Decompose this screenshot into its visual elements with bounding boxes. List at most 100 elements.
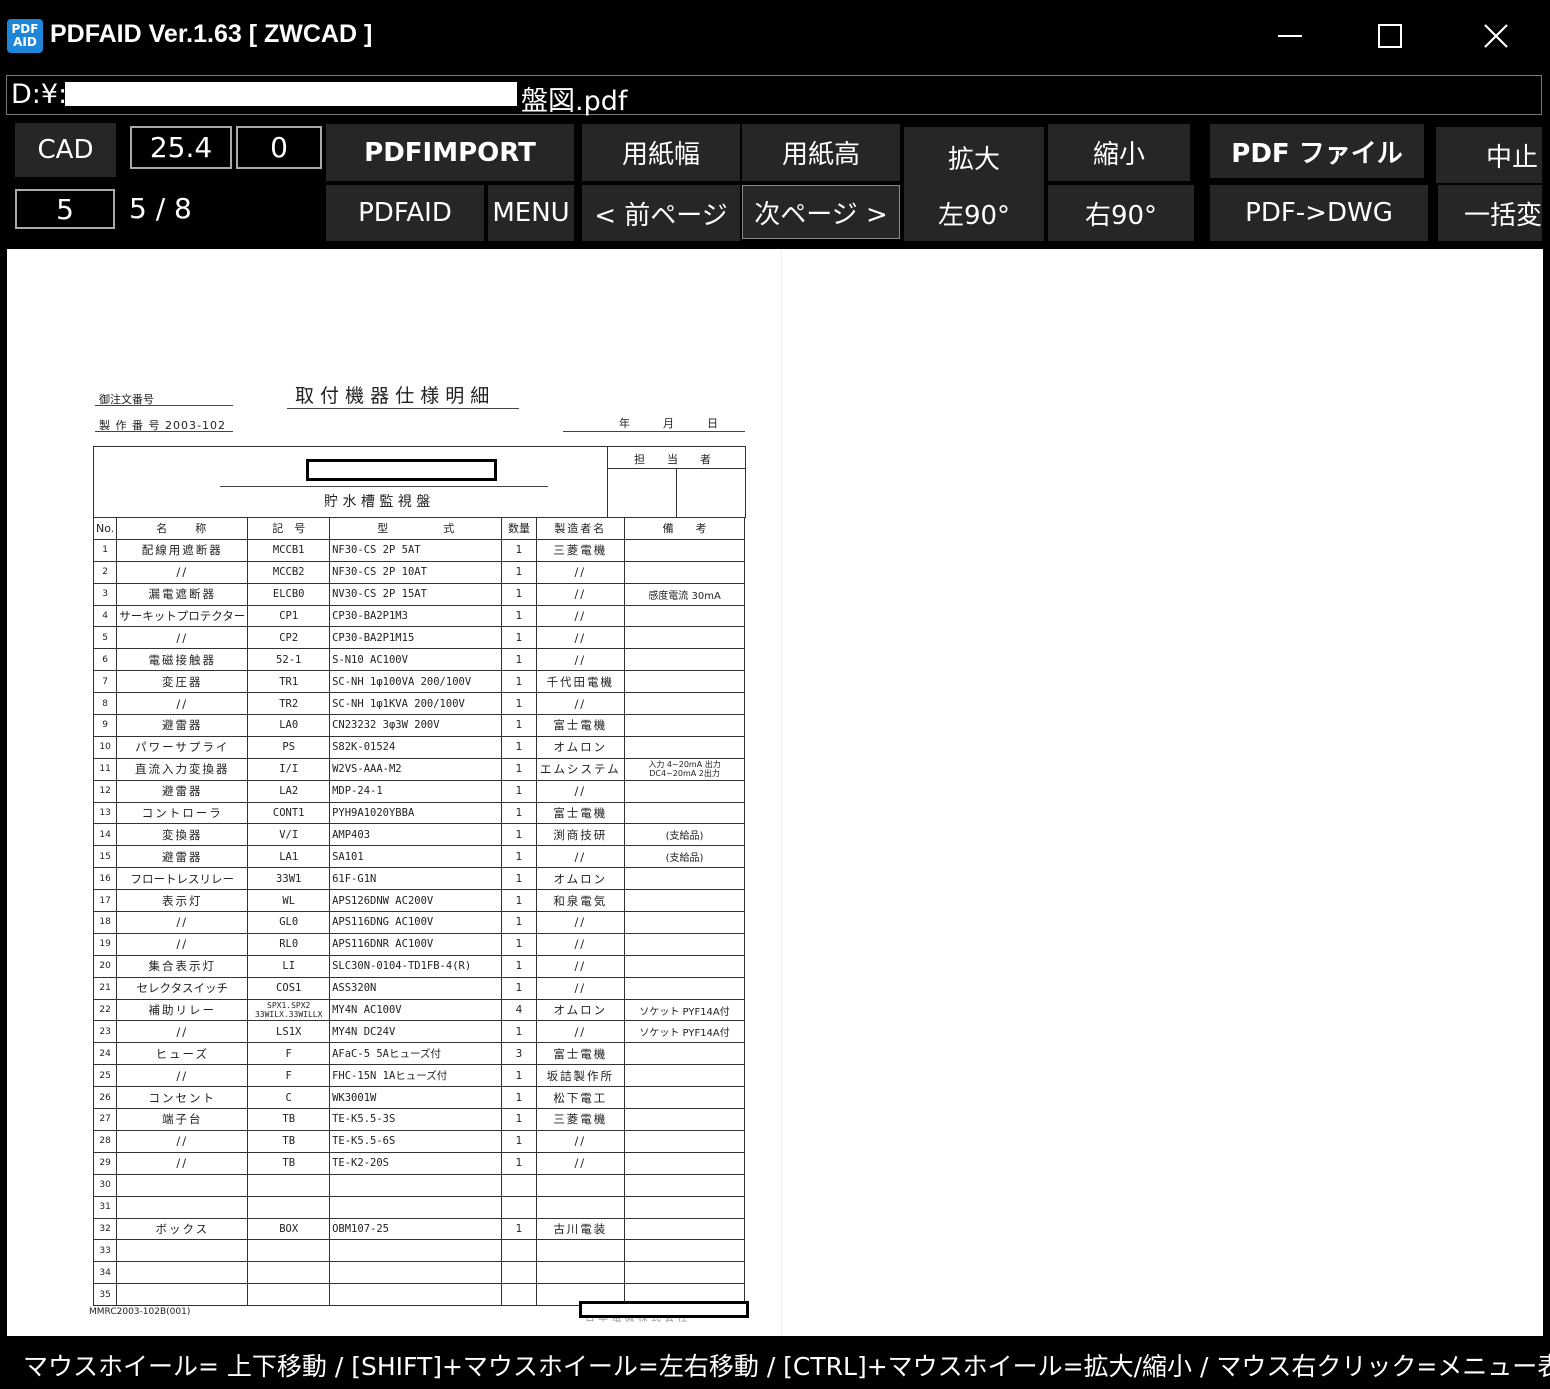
zoom-out-button[interactable]: 縮小 bbox=[1048, 124, 1190, 181]
table-header-cell: 備 考 bbox=[624, 517, 745, 540]
app-logo-icon: PDF AID bbox=[7, 19, 43, 53]
table-cell bbox=[624, 692, 745, 716]
table-cell: TE-K5.5-6S bbox=[329, 1129, 503, 1153]
table-cell: SC-NH 1φ100VA 200/100V bbox=[329, 670, 503, 694]
menu-button[interactable]: MENU bbox=[488, 185, 574, 241]
table-cell bbox=[535, 1239, 626, 1263]
table-cell bbox=[624, 1086, 745, 1110]
table-header-cell: 名 称 bbox=[116, 517, 249, 540]
table-row: 6 電磁接触器 52-1 S-N10 AC100V 1// bbox=[92, 648, 745, 672]
table-cell: 1 bbox=[501, 670, 537, 694]
table-cell bbox=[624, 867, 745, 891]
table-cell: // bbox=[535, 604, 626, 628]
table-cell: 坂詰製作所 bbox=[535, 1064, 626, 1088]
table-cell: 17 bbox=[92, 889, 118, 913]
underline bbox=[95, 431, 233, 432]
table-cell: 1 bbox=[501, 626, 537, 650]
table-cell: 14 bbox=[92, 823, 118, 847]
table-cell: セレクタスイッチ bbox=[116, 976, 249, 1000]
paper-width-button[interactable]: 用紙幅 bbox=[582, 124, 740, 181]
table-cell: 1 bbox=[501, 976, 537, 1000]
table-cell: // bbox=[535, 911, 626, 934]
table-cell bbox=[624, 1108, 745, 1131]
maximize-button[interactable] bbox=[1340, 8, 1440, 64]
panel-redaction bbox=[306, 459, 497, 481]
table-cell: 古川電装 bbox=[535, 1217, 626, 1241]
table-cell: // bbox=[116, 932, 249, 956]
table-row: 17 表示灯 WL APS126DNW AC200V 1 和泉電気 bbox=[92, 889, 745, 913]
table-cell: 1 bbox=[501, 1086, 537, 1110]
table-cell: // bbox=[535, 1020, 626, 1044]
offset-input[interactable]: 0 bbox=[236, 126, 322, 169]
table-cell: // bbox=[116, 1129, 249, 1153]
table-cell bbox=[624, 889, 745, 913]
table-cell: AFaC-5 5Aヒューズ付 bbox=[329, 1042, 503, 1066]
table-cell: 1 bbox=[501, 714, 537, 737]
table-header-row: No. 名 称記 号型 式数量 製造者名備 考 bbox=[92, 517, 745, 540]
next-page-button[interactable]: 次ページ > bbox=[742, 185, 900, 239]
table-cell: (支給品) bbox=[624, 845, 745, 869]
cad-button[interactable]: CAD bbox=[15, 123, 116, 177]
table-cell: BOX bbox=[247, 1217, 331, 1241]
status-hint: マウスホイール= 上下移動 / [SHIFT]+マウスホイール=左右移動 / [… bbox=[23, 1352, 1550, 1381]
page-count: 5 / 8 bbox=[129, 192, 192, 225]
table-cell: W2VS-AAA-M2 bbox=[329, 757, 503, 781]
table-cell: 4 bbox=[501, 998, 537, 1022]
table-cell: 漏電遮断器 bbox=[116, 582, 249, 606]
stop-button[interactable]: 中止 bbox=[1436, 127, 1542, 183]
table-row: 19//RL0 APS116DNR AC100V 1// bbox=[92, 932, 745, 956]
table-cell: TR1 bbox=[247, 670, 331, 694]
pdfimport-button[interactable]: PDFIMPORT bbox=[326, 124, 574, 181]
table-cell: APS116DNR AC100V bbox=[329, 932, 503, 956]
pdfaid-button[interactable]: PDFAID bbox=[326, 185, 484, 241]
table-row: 5//CP2 CP30-BA2P1M15 1// bbox=[92, 626, 745, 650]
table-row: 28//TB TE-K5.5-6S 1// bbox=[92, 1129, 745, 1153]
table-cell: CONT1 bbox=[247, 801, 331, 825]
table-cell: 1 bbox=[501, 648, 537, 672]
table-cell bbox=[624, 1129, 745, 1153]
table-cell: TB bbox=[247, 1129, 331, 1153]
paper-height-button[interactable]: 用紙高 bbox=[742, 124, 900, 181]
table-row: 26 コンセント C WK3001W 1 松下電工 bbox=[92, 1086, 745, 1110]
table-cell bbox=[501, 1283, 537, 1307]
table-cell: 21 bbox=[92, 976, 118, 1000]
prev-page-button[interactable]: < 前ページ bbox=[582, 185, 740, 241]
table-cell: 1 bbox=[501, 911, 537, 934]
file-path-field[interactable]: D:¥: 盤図.pdf bbox=[6, 75, 1542, 117]
zoom-in-button[interactable]: 拡大 bbox=[904, 127, 1044, 187]
batch-convert-button[interactable]: 一括変換 bbox=[1438, 185, 1542, 241]
table-cell: CP30-BA2P1M15 bbox=[329, 626, 503, 650]
rotate-left-button[interactable]: 左90° bbox=[904, 185, 1044, 241]
rotate-right-button[interactable]: 右90° bbox=[1048, 185, 1194, 241]
table-cell: // bbox=[535, 1151, 626, 1175]
table-cell: 1 bbox=[501, 604, 537, 628]
table-cell: 1 bbox=[501, 735, 537, 759]
panel-name: 貯 水 槽 監 視 盤 bbox=[324, 494, 431, 510]
table-cell bbox=[501, 1239, 537, 1263]
table-cell bbox=[624, 1239, 745, 1263]
table-cell: 3 bbox=[501, 1042, 537, 1066]
table-row: 32 ボックス BOX OBM107-25 1 古川電装 bbox=[92, 1217, 745, 1241]
table-row: 7 変圧器 TR1 SC-NH 1φ100VA 200/100V 1 千代田電機 bbox=[92, 670, 745, 694]
table-cell: 23 bbox=[92, 1020, 118, 1044]
pdf-file-button[interactable]: PDF ファイル bbox=[1210, 124, 1424, 178]
underline bbox=[220, 486, 548, 487]
table-cell: 52-1 bbox=[247, 648, 331, 672]
table-cell: 1 bbox=[501, 845, 537, 869]
document-title: 取 付 機 器 仕 様 明 細 bbox=[295, 385, 490, 407]
scale-input[interactable]: 25.4 bbox=[130, 126, 232, 169]
pdf-to-dwg-button[interactable]: PDF->DWG bbox=[1210, 185, 1428, 241]
table-cell: NF30-CS 2P 5AT bbox=[329, 538, 503, 562]
page-input[interactable]: 5 bbox=[15, 189, 115, 229]
minimize-button[interactable] bbox=[1240, 8, 1340, 64]
table-cell bbox=[624, 626, 745, 650]
table-cell: TB bbox=[247, 1108, 331, 1131]
table-cell: PYH9A1020YBBA bbox=[329, 801, 503, 825]
pdf-viewer-canvas[interactable]: 御注文番号 製 作 番 号 2003-102 取 付 機 器 仕 様 明 細 年… bbox=[7, 249, 1543, 1336]
table-cell: TB bbox=[247, 1151, 331, 1175]
table-cell: 33W1 bbox=[247, 867, 331, 891]
table-cell: 直流入力変換器 bbox=[116, 757, 249, 781]
table-cell bbox=[624, 560, 745, 584]
table-cell bbox=[624, 604, 745, 628]
close-button[interactable] bbox=[1446, 8, 1546, 64]
